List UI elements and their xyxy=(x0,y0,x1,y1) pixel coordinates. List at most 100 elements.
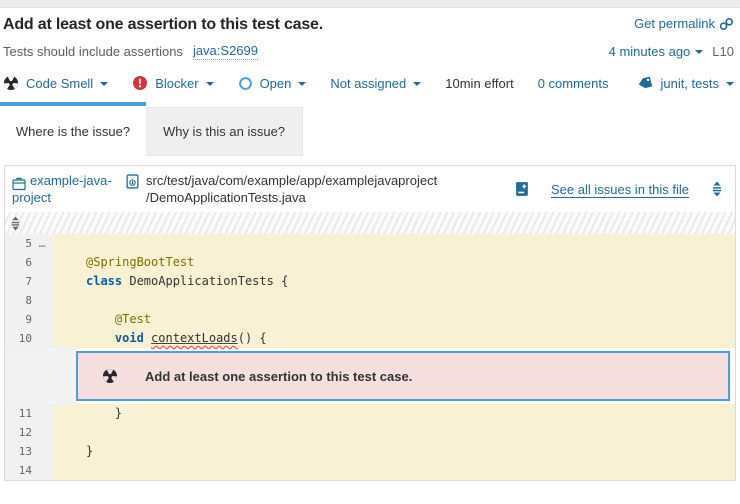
issue-assignee-dropdown[interactable]: Not assigned xyxy=(330,76,421,91)
expand-ellipsis xyxy=(32,272,52,291)
expand-ellipsis xyxy=(32,442,52,461)
expand-file-icon[interactable] xyxy=(711,181,723,197)
code-text xyxy=(54,423,735,442)
code-text: @SpringBootTest xyxy=(54,253,735,272)
issue-severity-label: Blocker xyxy=(155,76,198,91)
line-number[interactable]: 5 xyxy=(5,234,32,253)
blocker-severity-icon xyxy=(132,75,148,91)
line-number[interactable]: 8 xyxy=(5,291,32,310)
issue-type-label: Code Smell xyxy=(26,76,93,91)
code-token: () { xyxy=(238,331,267,345)
line-gutter: 5… xyxy=(5,234,54,253)
tab-why-is-this-an-issue[interactable]: Why is this an issue? xyxy=(146,107,303,156)
issue-subheader-row: Tests should include assertions java:S26… xyxy=(3,43,734,60)
file-path-text: src/test/java/com/example/app/examplejav… xyxy=(146,172,437,206)
pin-file-icon[interactable] xyxy=(515,181,529,197)
expand-lines-handle-icon[interactable] xyxy=(10,216,21,231)
issue-age-label: 4 minutes ago xyxy=(609,44,691,59)
keyword-token: class xyxy=(86,274,122,288)
project-name: example-java-project xyxy=(12,173,112,205)
code-text: @Test xyxy=(54,310,735,329)
permalink-chain-icon xyxy=(719,17,734,31)
code-line: 14 xyxy=(5,461,735,480)
issue-message: Add at least one assertion to this test … xyxy=(145,369,412,384)
line-gutter: 6 xyxy=(5,253,54,272)
code-text xyxy=(54,234,735,253)
line-number[interactable]: 9 xyxy=(5,310,32,329)
issue-severity-dropdown[interactable]: Blocker xyxy=(132,75,213,91)
rule-name: Tests should include assertions xyxy=(3,44,183,59)
code-token xyxy=(86,312,115,326)
test-file-icon xyxy=(126,174,139,189)
expand-ellipsis xyxy=(32,291,52,310)
line-gutter: 8 xyxy=(5,291,54,310)
code-lines-container: 5…6 @SpringBootTest 7 class DemoApplication… xyxy=(5,234,735,480)
line-gutter: 14 xyxy=(5,461,54,480)
issue-title-row: Add at least one assertion to this test … xyxy=(3,16,734,34)
code-line: 8 xyxy=(5,291,735,310)
project-link[interactable]: example-java-project xyxy=(12,172,118,206)
expand-ellipsis xyxy=(32,423,52,442)
expand-ellipsis xyxy=(32,310,52,329)
issue-age-dropdown[interactable]: 4 minutes ago xyxy=(609,44,704,59)
get-permalink-label: Get permalink xyxy=(634,16,715,31)
chevron-down-icon xyxy=(100,82,108,86)
code-token xyxy=(86,331,115,345)
open-status-icon xyxy=(238,76,253,91)
line-number[interactable]: 13 xyxy=(5,442,32,461)
code-token: } xyxy=(86,406,122,420)
expand-ellipsis xyxy=(32,461,52,480)
expand-ellipsis xyxy=(32,329,52,348)
code-line: 13} xyxy=(5,442,735,461)
issue-tags-dropdown[interactable]: junit, tests xyxy=(637,75,734,91)
code-text: } xyxy=(54,442,735,461)
code-line: 12 xyxy=(5,423,735,442)
chevron-down-icon xyxy=(413,82,421,86)
chevron-down-icon xyxy=(726,82,734,86)
issue-row-gutter xyxy=(5,348,76,404)
see-all-issues-link[interactable]: See all issues in this file xyxy=(551,181,689,198)
line-gutter: 10 xyxy=(5,329,54,348)
annotation-token: @SpringBootTest xyxy=(86,255,194,269)
file-path-line1: src/test/java/com/example/app/examplejav… xyxy=(146,172,437,189)
issue-message-box[interactable]: Add at least one assertion to this test … xyxy=(76,351,730,401)
issue-comments-link[interactable]: 0 comments xyxy=(538,76,609,91)
expand-ellipsis xyxy=(32,404,52,423)
page-top-strip xyxy=(0,0,740,8)
code-smell-icon xyxy=(102,368,118,384)
code-text: class DemoApplicationTests { xyxy=(54,272,735,291)
code-viewer-panel: example-java-project src/test/java/com/e… xyxy=(4,165,736,481)
issue-status-dropdown[interactable]: Open xyxy=(238,76,307,91)
keyword-token: void xyxy=(115,331,144,345)
issue-title: Add at least one assertion to this test … xyxy=(3,16,323,34)
chevron-down-icon xyxy=(298,82,306,86)
line-number[interactable]: 6 xyxy=(5,253,32,272)
issue-callout-row: Add at least one assertion to this test … xyxy=(5,348,735,404)
expand-ellipsis xyxy=(32,253,52,272)
file-header-actions: See all issues in this file xyxy=(515,181,723,198)
line-gutter: 12 xyxy=(5,423,54,442)
project-icon xyxy=(12,177,26,191)
issue-assignee-label: Not assigned xyxy=(330,76,406,91)
line-number[interactable]: 12 xyxy=(5,423,32,442)
chevron-down-icon xyxy=(206,82,214,86)
issue-location[interactable]: contextLoads xyxy=(151,331,238,345)
issue-meta-bar: Code Smell Blocker Open Not assigned 10m… xyxy=(3,75,734,91)
line-number[interactable]: 14 xyxy=(5,461,32,480)
annotation-token: @Test xyxy=(115,312,151,326)
expand-lines-above-row xyxy=(5,212,735,234)
get-permalink-link[interactable]: Get permalink xyxy=(634,16,734,31)
code-viewer-file-header: example-java-project src/test/java/com/e… xyxy=(5,166,735,212)
line-number[interactable]: 7 xyxy=(5,272,32,291)
line-number[interactable]: 11 xyxy=(5,404,32,423)
line-gutter: 7 xyxy=(5,272,54,291)
tab-where-is-the-issue[interactable]: Where is the issue? xyxy=(0,102,146,156)
rule-key-link[interactable]: java:S2699 xyxy=(193,43,258,60)
expand-ellipsis[interactable]: … xyxy=(32,234,52,253)
issue-header: Add at least one assertion to this test … xyxy=(0,8,740,91)
code-line: 7 class DemoApplicationTests { xyxy=(5,272,735,291)
issue-type-dropdown[interactable]: Code Smell xyxy=(3,75,108,91)
issue-tags-label: junit, tests xyxy=(660,76,719,91)
line-number[interactable]: 10 xyxy=(5,329,32,348)
code-line: 10 void contextLoads() { xyxy=(5,329,735,348)
